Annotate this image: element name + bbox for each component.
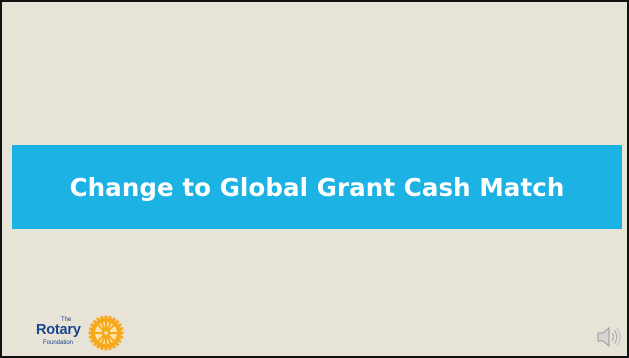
logo-wordmark: Rotary [36,322,81,338]
slide: Change to Global Grant Cash Match The Ro… [0,0,629,358]
rotary-wheel-icon [88,315,124,351]
rotary-foundation-logo: The Rotary Foundation [36,315,126,351]
title-band: Change to Global Grant Cash Match [12,145,622,229]
speaker-icon[interactable] [596,324,622,350]
slide-title: Change to Global Grant Cash Match [69,172,565,202]
logo-foundation-text: Foundation [43,340,74,346]
